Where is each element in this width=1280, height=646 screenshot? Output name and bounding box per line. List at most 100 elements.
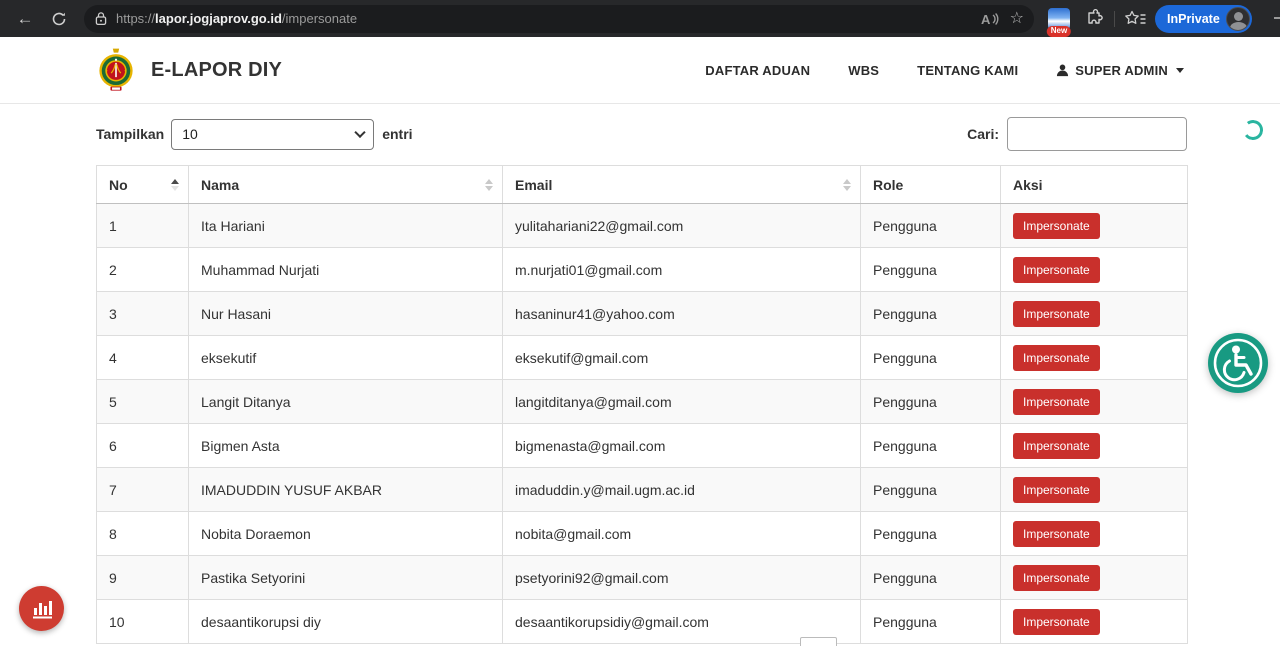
user-icon <box>1056 64 1069 77</box>
cell-no: 7 <box>97 468 189 512</box>
user-menu-label: SUPER ADMIN <box>1075 63 1168 78</box>
browser-toolbar: ← https://lapor.jogjaprov.go.id/imperson… <box>0 0 1280 37</box>
bar-chart-icon <box>30 598 54 620</box>
cell-no: 6 <box>97 424 189 468</box>
url-scheme: https:// <box>116 11 155 26</box>
cell-email: hasaninur41@yahoo.com <box>503 292 861 336</box>
col-header-role[interactable]: Role <box>861 166 1001 204</box>
browser-extension-area: New InPrivate <box>1048 5 1252 33</box>
favorites-hub-icon[interactable] <box>1124 10 1146 28</box>
url-text: https://lapor.jogjaprov.go.id/impersonat… <box>116 11 972 26</box>
cell-role: Pengguna <box>861 336 1001 380</box>
entries-suffix-label: entri <box>382 126 412 142</box>
cell-aksi: Impersonate <box>1001 556 1188 600</box>
page-length-value: 10 <box>182 126 198 142</box>
browser-menu-icon[interactable] <box>1274 17 1280 19</box>
col-header-no[interactable]: No <box>97 166 189 204</box>
cell-aksi: Impersonate <box>1001 424 1188 468</box>
page-length-select[interactable]: 10 <box>171 119 374 150</box>
add-favorite-icon[interactable]: ☆ <box>1010 11 1024 27</box>
impersonate-button[interactable]: Impersonate <box>1013 521 1100 547</box>
browser-refresh-button[interactable] <box>44 4 74 34</box>
cell-nama: Muhammad Nurjati <box>189 248 503 292</box>
profile-avatar[interactable] <box>1226 7 1250 31</box>
sort-icon-email <box>843 179 851 191</box>
table-row: 10 desaantikorupsi diy desaantikorupsidi… <box>97 600 1188 644</box>
table-row: 5 Langit Ditanya langitditanya@gmail.com… <box>97 380 1188 424</box>
cell-no: 2 <box>97 248 189 292</box>
address-bar[interactable]: https://lapor.jogjaprov.go.id/impersonat… <box>84 5 1034 33</box>
cell-email: psetyorini92@gmail.com <box>503 556 861 600</box>
cell-aksi: Impersonate <box>1001 468 1188 512</box>
col-header-email[interactable]: Email <box>503 166 861 204</box>
inprivate-badge[interactable]: InPrivate <box>1155 5 1252 33</box>
cell-role: Pengguna <box>861 424 1001 468</box>
cell-role: Pengguna <box>861 556 1001 600</box>
impersonate-button[interactable]: Impersonate <box>1013 213 1100 239</box>
impersonate-button[interactable]: Impersonate <box>1013 257 1100 283</box>
cell-aksi: Impersonate <box>1001 292 1188 336</box>
table-row: 8 Nobita Doraemon nobita@gmail.com Pengg… <box>97 512 1188 556</box>
cell-no: 8 <box>97 512 189 556</box>
inprivate-label: InPrivate <box>1167 12 1220 26</box>
cell-email: eksekutif@gmail.com <box>503 336 861 380</box>
sort-icon-no <box>171 179 179 191</box>
cell-email: yulitahariani22@gmail.com <box>503 204 861 248</box>
cell-no: 1 <box>97 204 189 248</box>
main-nav: DAFTAR ADUAN WBS TENTANG KAMI SUPER ADMI… <box>705 63 1184 78</box>
col-header-nama[interactable]: Nama <box>189 166 503 204</box>
cell-nama: Nur Hasani <box>189 292 503 336</box>
impersonate-button[interactable]: Impersonate <box>1013 301 1100 327</box>
statistics-fab-button[interactable] <box>19 586 64 631</box>
cell-nama: Langit Ditanya <box>189 380 503 424</box>
cell-aksi: Impersonate <box>1001 512 1188 556</box>
cell-nama: Bigmen Asta <box>189 424 503 468</box>
search-label: Cari: <box>967 126 999 142</box>
search-input[interactable] <box>1007 117 1187 151</box>
browser-back-button[interactable]: ← <box>10 4 40 34</box>
cell-no: 9 <box>97 556 189 600</box>
extension-icon[interactable]: New <box>1048 8 1070 30</box>
cell-email: m.nurjati01@gmail.com <box>503 248 861 292</box>
impersonate-button[interactable]: Impersonate <box>1013 345 1100 371</box>
table-row: 2 Muhammad Nurjati m.nurjati01@gmail.com… <box>97 248 1188 292</box>
impersonate-button[interactable]: Impersonate <box>1013 609 1100 635</box>
impersonate-button[interactable]: Impersonate <box>1013 433 1100 459</box>
pagination-button[interactable] <box>800 637 837 646</box>
accessibility-icon <box>1208 333 1268 393</box>
cell-no: 10 <box>97 600 189 644</box>
impersonate-button[interactable]: Impersonate <box>1013 477 1100 503</box>
lock-icon <box>94 11 108 26</box>
cell-nama: Nobita Doraemon <box>189 512 503 556</box>
cell-role: Pengguna <box>861 468 1001 512</box>
nav-wbs[interactable]: WBS <box>848 63 879 78</box>
nav-daftar-aduan[interactable]: DAFTAR ADUAN <box>705 63 810 78</box>
nav-tentang-kami[interactable]: TENTANG KAMI <box>917 63 1018 78</box>
impersonate-button[interactable]: Impersonate <box>1013 565 1100 591</box>
url-host: lapor.jogjaprov.go.id <box>155 11 282 26</box>
refresh-icon <box>51 11 67 27</box>
chevron-down-icon <box>1176 68 1184 73</box>
loading-spinner <box>1242 119 1265 142</box>
read-aloud-icon[interactable]: A <box>980 11 1000 27</box>
cell-aksi: Impersonate <box>1001 600 1188 644</box>
main-content: Tampilkan 10 entri Cari: No Nama <box>96 117 1187 644</box>
impersonate-button[interactable]: Impersonate <box>1013 389 1100 415</box>
cell-no: 4 <box>97 336 189 380</box>
col-header-aksi: Aksi <box>1001 166 1188 204</box>
cell-nama: desaantikorupsi diy <box>189 600 503 644</box>
select-caret-icon <box>355 127 366 138</box>
table-row: 6 Bigmen Asta bigmenasta@gmail.com Pengg… <box>97 424 1188 468</box>
cell-aksi: Impersonate <box>1001 380 1188 424</box>
jogja-crest-logo <box>97 47 135 93</box>
cell-nama: IMADUDDIN YUSUF AKBAR <box>189 468 503 512</box>
accessibility-widget-button[interactable] <box>1208 333 1268 393</box>
cell-no: 3 <box>97 292 189 336</box>
brand[interactable]: E-LAPOR DIY <box>97 47 282 93</box>
user-menu[interactable]: SUPER ADMIN <box>1056 63 1184 78</box>
extensions-puzzle-icon[interactable] <box>1085 9 1105 29</box>
cell-email: nobita@gmail.com <box>503 512 861 556</box>
table-row: 7 IMADUDDIN YUSUF AKBAR imaduddin.y@mail… <box>97 468 1188 512</box>
brand-name: E-LAPOR DIY <box>151 59 282 82</box>
cell-role: Pengguna <box>861 380 1001 424</box>
